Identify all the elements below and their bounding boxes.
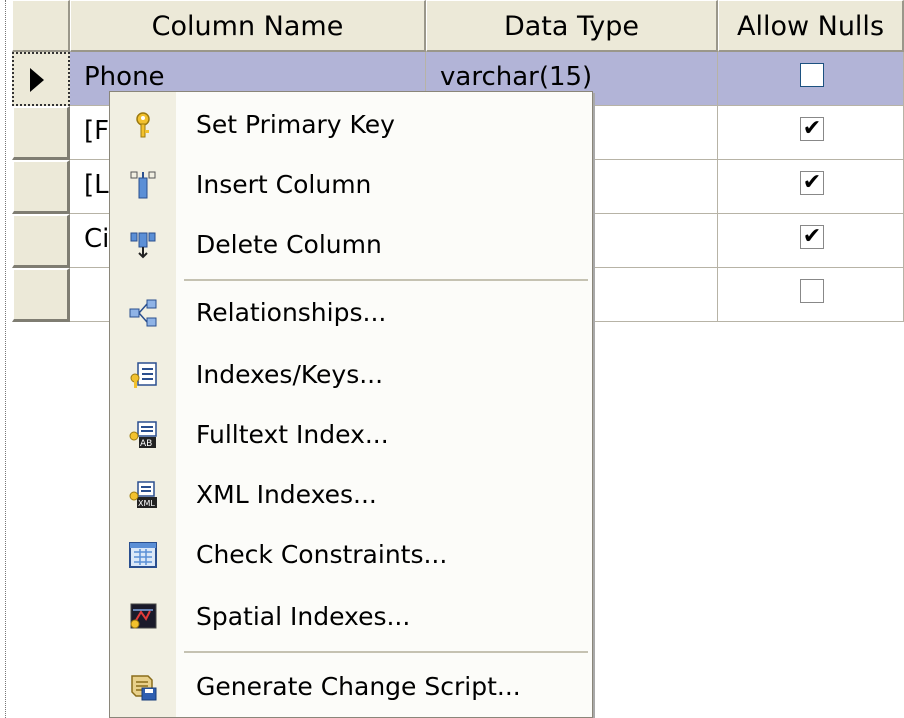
allow-nulls-checkbox[interactable]	[800, 279, 824, 303]
header-allow-nulls[interactable]: Allow Nulls	[718, 0, 904, 52]
allow-nulls-cell: ✔	[718, 214, 904, 268]
menu-item-label: Insert Column	[196, 170, 372, 199]
allow-nulls-cell	[718, 52, 904, 106]
menu-item-delete-column[interactable]: Delete Column	[110, 216, 592, 274]
allow-nulls-cell: ✔	[718, 106, 904, 160]
menu-item-label: Delete Column	[196, 230, 382, 259]
menu-item-relationships[interactable]: Relationships...	[110, 284, 592, 342]
row-selector[interactable]	[12, 268, 70, 322]
allow-nulls-checkbox[interactable]: ✔	[800, 171, 824, 195]
menu-item-fulltext-index[interactable]: AB Fulltext Index...	[110, 406, 592, 464]
header-column-name[interactable]: Column Name	[70, 0, 426, 52]
svg-text:AB: AB	[140, 439, 152, 449]
menu-item-label: Fulltext Index...	[196, 420, 389, 449]
allow-nulls-checkbox[interactable]: ✔	[800, 225, 824, 249]
row-selector[interactable]	[12, 52, 70, 106]
relationships-icon	[128, 298, 158, 328]
menu-item-check-constraints[interactable]: Check Constraints...	[110, 526, 592, 584]
header-data-type[interactable]: Data Type	[426, 0, 718, 52]
menu-item-label: XML Indexes...	[196, 480, 377, 509]
fulltext-index-icon: AB	[128, 420, 158, 450]
check-constraints-icon	[128, 540, 158, 570]
generate-script-icon	[128, 672, 158, 702]
row-selector[interactable]	[12, 106, 70, 160]
menu-item-label: Set Primary Key	[196, 110, 395, 139]
allow-nulls-cell: ✔	[718, 160, 904, 214]
row-selector[interactable]	[12, 214, 70, 268]
spatial-indexes-icon	[128, 602, 158, 632]
menu-item-indexes-keys[interactable]: Indexes/Keys...	[110, 346, 592, 404]
menu-item-spatial-indexes[interactable]: Spatial Indexes...	[110, 588, 592, 646]
menu-item-label: Relationships...	[196, 298, 387, 327]
header-selector-cell	[12, 0, 70, 52]
insert-column-icon	[128, 170, 158, 200]
allow-nulls-checkbox[interactable]: ✔	[800, 117, 824, 141]
menu-item-label: Check Constraints...	[196, 540, 448, 569]
grid-left-border	[5, 0, 8, 718]
current-row-arrow-icon	[30, 68, 44, 92]
menu-item-label: Spatial Indexes...	[196, 602, 411, 631]
row-selector[interactable]	[12, 160, 70, 214]
delete-column-icon	[128, 230, 158, 260]
grid-header: Column Name Data Type Allow Nulls	[12, 0, 904, 52]
menu-item-insert-column[interactable]: Insert Column	[110, 156, 592, 214]
context-menu: Set Primary Key Insert Column Delete Col…	[109, 91, 593, 718]
menu-item-label: Indexes/Keys...	[196, 360, 384, 389]
allow-nulls-cell	[718, 268, 904, 322]
menu-item-label: Generate Change Script...	[196, 672, 521, 701]
svg-text:XML: XML	[138, 499, 155, 508]
primary-key-icon	[128, 110, 158, 140]
menu-item-set-primary-key[interactable]: Set Primary Key	[110, 96, 592, 154]
menu-item-generate-change-script[interactable]: Generate Change Script...	[110, 658, 592, 716]
indexes-keys-icon	[128, 360, 158, 390]
menu-item-xml-indexes[interactable]: XML XML Indexes...	[110, 466, 592, 524]
menu-separator	[184, 279, 588, 281]
allow-nulls-checkbox[interactable]	[800, 63, 824, 87]
xml-indexes-icon: XML	[128, 480, 158, 510]
menu-separator	[184, 651, 588, 653]
